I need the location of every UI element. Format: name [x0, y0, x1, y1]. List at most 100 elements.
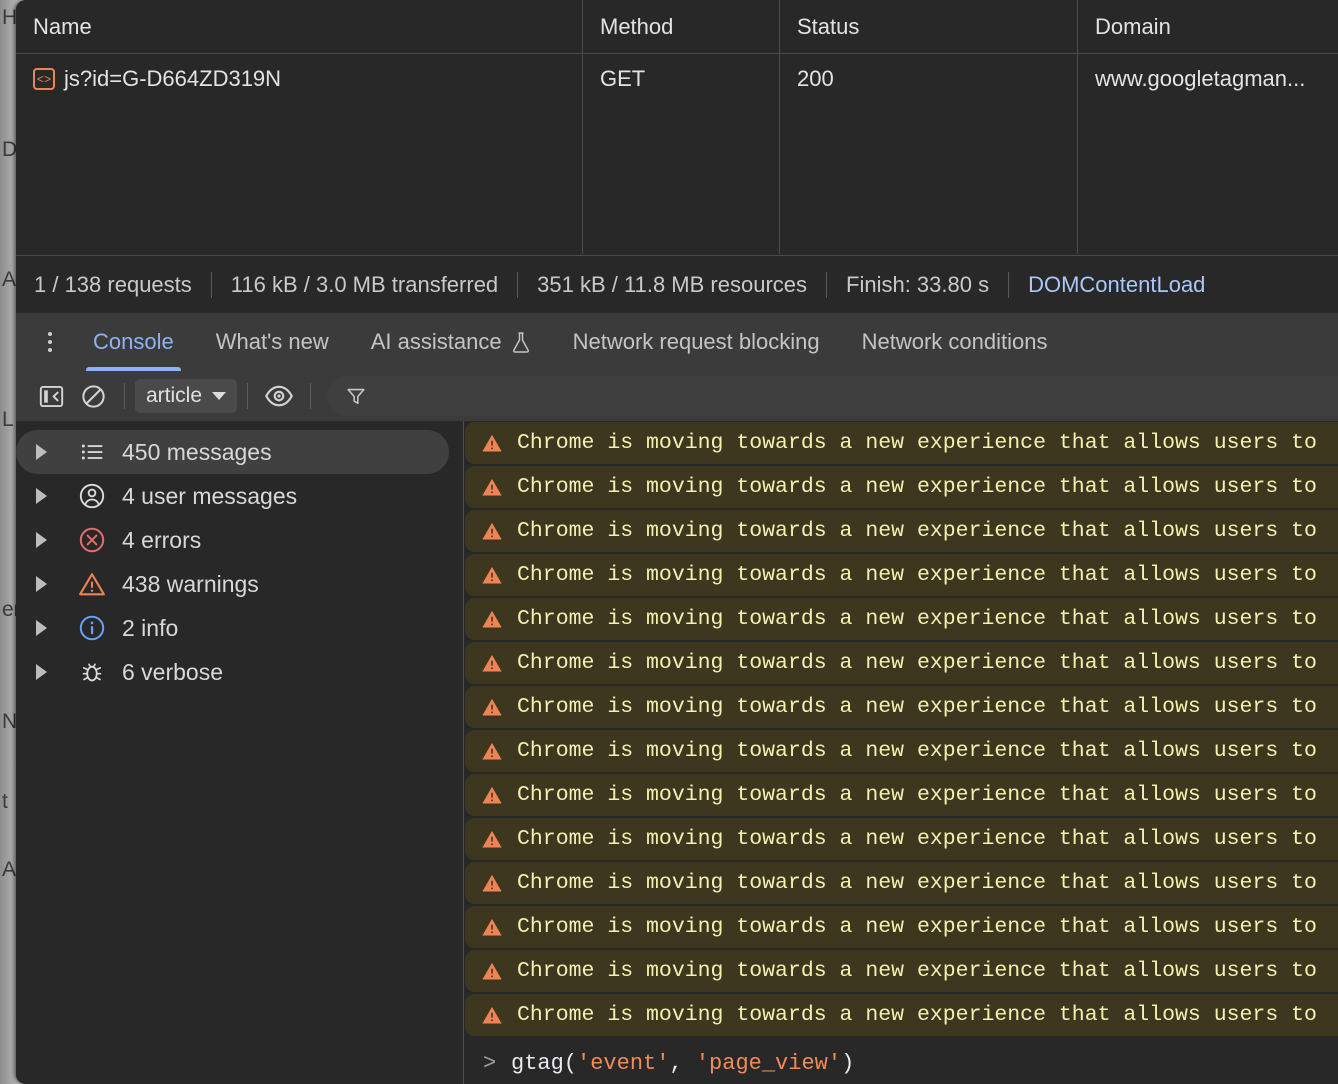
- chevron-right-icon[interactable]: [36, 620, 58, 636]
- request-name-label: js?id=G-D664ZD319N: [64, 65, 282, 91]
- divider: [517, 271, 519, 298]
- warning-text: Chrome is moving towards a new experienc…: [517, 915, 1317, 939]
- warning-triangle-icon: [482, 654, 502, 672]
- page-text-fragment: N: [2, 710, 18, 733]
- request-name-cell[interactable]: <> js?id=G-D664ZD319N: [16, 54, 583, 103]
- tab-whats-new[interactable]: What's new: [195, 313, 350, 371]
- sidebar-item-errors[interactable]: 4 errors: [16, 518, 449, 562]
- tab-label: Network conditions: [861, 329, 1048, 354]
- warning-triangle-icon: [482, 1006, 502, 1024]
- page-text-fragment: D: [2, 138, 18, 161]
- sidebar-item-verbose[interactable]: 6 verbose: [16, 650, 449, 694]
- console-command-row[interactable]: > gtag('event', 'page_view'): [465, 1041, 1338, 1084]
- console-warning-row[interactable]: Chrome is moving towards a new experienc…: [465, 553, 1338, 596]
- console-command-text: gtag('event', 'page_view'): [511, 1051, 854, 1076]
- tab-network-request-blocking[interactable]: Network request blocking: [552, 313, 841, 371]
- console-warning-row[interactable]: Chrome is moving towards a new experienc…: [465, 421, 1338, 464]
- sidebar-item-label: 4 user messages: [122, 482, 298, 509]
- console-warning-row[interactable]: Chrome is moving towards a new experienc…: [465, 729, 1338, 772]
- dom-content-loaded: DOMContentLoad: [1028, 271, 1206, 297]
- console-warning-row[interactable]: Chrome is moving towards a new experienc…: [465, 993, 1338, 1036]
- chevron-right-icon[interactable]: [36, 664, 58, 680]
- warning-triangle-icon: [482, 742, 502, 760]
- command-comma: ,: [669, 1050, 696, 1076]
- console-filter-input[interactable]: [379, 375, 1338, 417]
- warning-text: Chrome is moving towards a new experienc…: [517, 959, 1317, 983]
- console-filter-box[interactable]: [327, 375, 1338, 417]
- sidebar-item-messages[interactable]: 450 messages: [16, 430, 449, 474]
- input-chevron-icon: >: [483, 1050, 497, 1076]
- execution-context-selector[interactable]: article: [135, 379, 238, 413]
- tab-network-conditions[interactable]: Network conditions: [841, 313, 1069, 371]
- warning-text: Chrome is moving towards a new experienc…: [517, 563, 1317, 587]
- console-warning-row[interactable]: Chrome is moving towards a new experienc…: [465, 949, 1338, 992]
- console-warning-row[interactable]: Chrome is moving towards a new experienc…: [465, 465, 1338, 508]
- warning-text: Chrome is moving towards a new experienc…: [517, 607, 1317, 631]
- warning-triangle-icon: [482, 434, 502, 452]
- drawer-tab-bar: Console What's new AI assistance Network…: [16, 313, 1338, 372]
- column-header-domain[interactable]: Domain: [1078, 0, 1338, 53]
- divider: [310, 383, 312, 409]
- console-warning-row[interactable]: Chrome is moving towards a new experienc…: [465, 773, 1338, 816]
- sidebar-item-user-messages[interactable]: 4 user messages: [16, 474, 449, 518]
- console-warning-row[interactable]: Chrome is moving towards a new experienc…: [465, 597, 1338, 640]
- console-warning-row[interactable]: Chrome is moving towards a new experienc…: [465, 861, 1338, 904]
- divider: [124, 383, 125, 409]
- warning-text: Chrome is moving towards a new experienc…: [517, 651, 1317, 675]
- warning-triangle-icon: [482, 698, 502, 716]
- resources-size: 351 kB / 11.8 MB resources: [537, 271, 808, 297]
- warning-triangle-icon: [482, 566, 502, 584]
- warning-triangle-icon: [482, 786, 502, 804]
- warning-triangle-icon: [482, 610, 502, 628]
- chevron-right-icon[interactable]: [36, 488, 58, 504]
- warning-text: Chrome is moving towards a new experienc…: [517, 695, 1317, 719]
- table-row[interactable]: <> js?id=G-D664ZD319N GET 200 www.google…: [16, 54, 1338, 103]
- warning-text: Chrome is moving towards a new experienc…: [517, 1003, 1317, 1027]
- console-warning-row[interactable]: Chrome is moving towards a new experienc…: [465, 905, 1338, 948]
- tab-label: Network request blocking: [572, 329, 820, 354]
- tab-ai-assistance[interactable]: AI assistance: [350, 313, 552, 371]
- console-warning-row[interactable]: Chrome is moving towards a new experienc…: [465, 685, 1338, 728]
- console-sidebar: 450 messages 4 user messages 4 errors 43…: [16, 421, 464, 1084]
- bug-icon: [78, 658, 106, 686]
- warning-text: Chrome is moving towards a new experienc…: [517, 739, 1317, 763]
- sidebar-item-info[interactable]: 2 info: [16, 606, 449, 650]
- chevron-right-icon[interactable]: [36, 532, 58, 548]
- info-circle-icon: [78, 614, 106, 642]
- sidebar-item-label: 6 verbose: [122, 658, 224, 685]
- execution-context-label: article: [146, 384, 203, 407]
- chevron-down-icon: [212, 392, 227, 400]
- request-method-cell: GET: [583, 54, 780, 103]
- command-fn: gtag(: [511, 1050, 578, 1076]
- command-close: ): [841, 1050, 855, 1076]
- show-console-sidebar-icon[interactable]: [30, 375, 72, 417]
- warning-text: Chrome is moving towards a new experienc…: [517, 431, 1317, 455]
- clear-console-icon[interactable]: [72, 375, 114, 417]
- tab-label: What's new: [215, 329, 329, 354]
- console-warning-row[interactable]: Chrome is moving towards a new experienc…: [465, 641, 1338, 684]
- command-arg1: 'event': [577, 1050, 670, 1076]
- sidebar-item-warnings[interactable]: 438 warnings: [16, 562, 449, 606]
- column-header-method[interactable]: Method: [583, 0, 780, 53]
- request-domain-cell: www.googletagman...: [1095, 65, 1306, 91]
- eye-icon[interactable]: [258, 375, 300, 417]
- page-text-fragment: A: [2, 858, 17, 881]
- network-summary-bar: 1 / 138 requests 116 kB / 3.0 MB transfe…: [16, 255, 1338, 313]
- chevron-right-icon[interactable]: [36, 444, 58, 460]
- column-header-status[interactable]: Status: [780, 0, 1078, 53]
- warning-text: Chrome is moving towards a new experienc…: [517, 519, 1317, 543]
- column-header-name[interactable]: Name: [16, 0, 583, 53]
- divider: [210, 271, 212, 298]
- chevron-right-icon[interactable]: [36, 576, 58, 592]
- transferred-size: 116 kB / 3.0 MB transferred: [230, 271, 499, 297]
- tab-console[interactable]: Console: [72, 313, 195, 371]
- warning-text: Chrome is moving towards a new experienc…: [517, 871, 1317, 895]
- network-grid-lines: [16, 103, 1338, 254]
- console-warning-row[interactable]: Chrome is moving towards a new experienc…: [465, 509, 1338, 552]
- sidebar-item-label: 4 errors: [122, 526, 202, 553]
- console-warning-row[interactable]: Chrome is moving towards a new experienc…: [465, 817, 1338, 860]
- kebab-menu-icon[interactable]: [28, 313, 72, 371]
- warning-text: Chrome is moving towards a new experienc…: [517, 475, 1317, 499]
- warning-triangle-icon: [482, 874, 502, 892]
- network-table-header: Name Method Status Domain: [16, 0, 1338, 54]
